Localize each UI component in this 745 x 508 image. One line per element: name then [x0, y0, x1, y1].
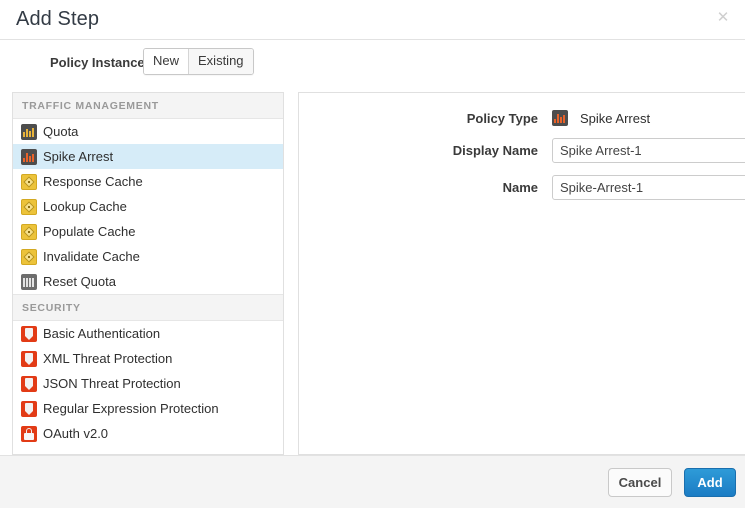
toggle-option-existing[interactable]: Existing	[188, 49, 253, 74]
quota-bars-icon	[21, 124, 37, 140]
spike-arrest-bars-icon	[552, 110, 568, 126]
sidebar-item-label: Populate Cache	[43, 224, 136, 239]
spike-arrest-bars-icon	[21, 149, 37, 165]
cache-diamond-icon	[21, 224, 37, 240]
page-title: Add Step	[16, 7, 99, 31]
sidebar-item-quota[interactable]: Quota	[13, 119, 283, 144]
sidebar-item-basic-authentication[interactable]: Basic Authentication	[13, 321, 283, 346]
sidebar-item-regular-expression-protection[interactable]: Regular Expression Protection	[13, 396, 283, 421]
sidebar-item-label: Regular Expression Protection	[43, 401, 219, 416]
sidebar-item-spike-arrest[interactable]: Spike Arrest	[13, 144, 283, 169]
sidebar-item-response-cache[interactable]: Response Cache	[13, 169, 283, 194]
policy-list-sidebar: TRAFFIC MANAGEMENT Quota Spike Arrest	[12, 92, 284, 455]
sidebar-item-oauth-v2[interactable]: OAuth v2.0	[13, 421, 283, 446]
sidebar-item-label: Spike Arrest	[43, 149, 113, 164]
shield-icon	[21, 351, 37, 367]
policy-type-value: Spike Arrest	[580, 111, 650, 126]
add-button[interactable]: Add	[684, 468, 736, 497]
shield-icon	[21, 376, 37, 392]
sidebar-item-label: Basic Authentication	[43, 326, 160, 341]
close-icon[interactable]: ✕	[714, 9, 732, 27]
shield-icon	[21, 326, 37, 342]
dialog-footer: Cancel Add	[0, 455, 745, 508]
name-label: Name	[299, 180, 552, 195]
sidebar-item-populate-cache[interactable]: Populate Cache	[13, 219, 283, 244]
name-row: Name	[299, 175, 745, 200]
policy-instance-row: Policy Instance New Existing	[0, 40, 745, 92]
sidebar-item-label: XML Threat Protection	[43, 351, 172, 366]
sidebar-item-label: Response Cache	[43, 174, 143, 189]
display-name-label: Display Name	[299, 143, 552, 158]
cancel-button[interactable]: Cancel	[608, 468, 672, 497]
section-header-traffic-management: TRAFFIC MANAGEMENT	[13, 93, 283, 119]
reset-quota-bars-icon	[21, 274, 37, 290]
add-step-dialog: Add Step ✕ Policy Instance New Existing …	[0, 0, 745, 508]
sidebar-item-label: OAuth v2.0	[43, 426, 108, 441]
policy-detail-panel: Policy Type Spike Arrest Display Name Na…	[298, 92, 745, 455]
sidebar-item-label: Quota	[43, 124, 78, 139]
sidebar-item-label: Invalidate Cache	[43, 249, 140, 264]
sidebar-item-label: JSON Threat Protection	[43, 376, 181, 391]
sidebar-item-lookup-cache[interactable]: Lookup Cache	[13, 194, 283, 219]
sidebar-item-label: Reset Quota	[43, 274, 116, 289]
policy-type-label: Policy Type	[299, 111, 552, 126]
sidebar-item-xml-threat-protection[interactable]: XML Threat Protection	[13, 346, 283, 371]
section-header-security: SECURITY	[13, 294, 283, 321]
policy-instance-label: Policy Instance	[50, 55, 145, 70]
sidebar-item-invalidate-cache[interactable]: Invalidate Cache	[13, 244, 283, 269]
dialog-body: TRAFFIC MANAGEMENT Quota Spike Arrest	[0, 92, 745, 455]
dialog-header: Add Step ✕	[0, 0, 745, 40]
cache-diamond-icon	[21, 249, 37, 265]
cache-diamond-icon	[21, 199, 37, 215]
toggle-option-new[interactable]: New	[144, 49, 188, 74]
sidebar-item-label: Lookup Cache	[43, 199, 127, 214]
policy-instance-toggle[interactable]: New Existing	[143, 48, 254, 75]
sidebar-item-reset-quota[interactable]: Reset Quota	[13, 269, 283, 294]
display-name-input[interactable]	[552, 138, 745, 163]
display-name-row: Display Name	[299, 138, 745, 163]
lock-icon	[21, 426, 37, 442]
policy-type-row: Policy Type Spike Arrest	[299, 110, 745, 126]
name-input[interactable]	[552, 175, 745, 200]
policy-type-value-group: Spike Arrest	[552, 110, 650, 126]
cache-diamond-icon	[21, 174, 37, 190]
sidebar-item-json-threat-protection[interactable]: JSON Threat Protection	[13, 371, 283, 396]
shield-icon	[21, 401, 37, 417]
